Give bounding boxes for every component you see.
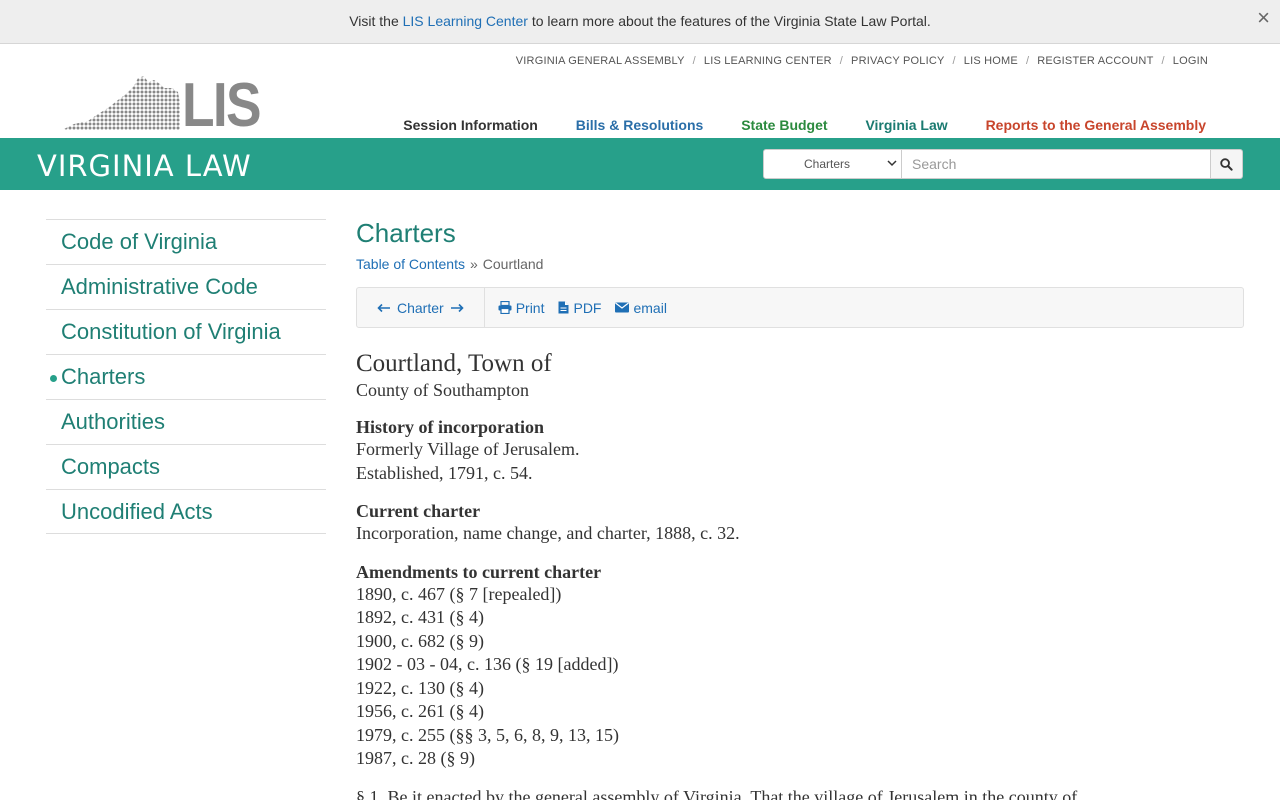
breadcrumb-current: Courtland (482, 256, 544, 272)
pdf-label: PDF (573, 299, 602, 316)
amendment-line: 1900, c. 682 (§ 9) (356, 630, 484, 651)
section-1-text: § 1. Be it enacted by the general assemb… (356, 786, 1078, 800)
active-indicator-icon (50, 375, 57, 382)
banner-suffix: to learn more about the features of the … (531, 13, 931, 29)
search-form: Charters Search (763, 149, 1243, 179)
arrow-left-icon[interactable] (377, 300, 391, 316)
section-title: VIRGINIA LAW (37, 149, 252, 183)
sidebar-item-charters[interactable]: Charters (46, 354, 326, 399)
nav-state-budget[interactable]: State Budget (741, 117, 827, 133)
amendment-line: 1987, c. 28 (§ 9) (356, 748, 475, 768)
search-icon (1220, 157, 1233, 171)
sidebar-item-label: Uncodified Acts (61, 498, 213, 524)
nav-session-information[interactable]: Session Information (403, 117, 538, 133)
util-link-login[interactable]: LOGIN (1173, 55, 1208, 67)
lis-logo-text: LIS (182, 71, 262, 140)
email-button[interactable]: email (615, 299, 667, 316)
chevron-down-icon (887, 158, 897, 171)
section-header-bar: VIRGINIA LAW Charters Search (0, 138, 1280, 190)
util-link-general-assembly[interactable]: VIRGINIA GENERAL ASSEMBLY (516, 55, 685, 67)
sidebar-item-constitution[interactable]: Constitution of Virginia (46, 309, 326, 354)
nav-bills-resolutions[interactable]: Bills & Resolutions (576, 117, 704, 133)
sidebar-item-compacts[interactable]: Compacts (46, 444, 326, 489)
arrow-right-icon[interactable] (450, 300, 464, 316)
sidebar-nav: Code of Virginia Administrative Code Con… (46, 219, 326, 534)
sidebar-item-label: Constitution of Virginia (61, 319, 281, 344)
banner-prefix: Visit the (349, 13, 399, 29)
utility-nav: VIRGINIA GENERAL ASSEMBLY / LIS LEARNING C… (515, 55, 1208, 67)
charter-label: Charter (397, 299, 444, 316)
sidebar-item-code-of-virginia[interactable]: Code of Virginia (46, 219, 326, 264)
lis-learning-center-link[interactable]: LIS Learning Center (403, 13, 528, 29)
util-link-learning-center[interactable]: LIS LEARNING CENTER (704, 55, 832, 67)
nav-reports[interactable]: Reports to the General Assembly (986, 117, 1206, 133)
search-scope-select[interactable]: Charters (763, 149, 902, 179)
file-pdf-icon (558, 301, 569, 314)
print-label: Print (515, 299, 545, 316)
util-link-privacy-policy[interactable]: PRIVACY POLICY (851, 55, 944, 67)
charter-navigation: Charter (357, 288, 485, 327)
sidebar-item-administrative-code[interactable]: Administrative Code (46, 264, 326, 309)
envelope-icon (615, 302, 630, 313)
sidebar-item-uncodified-acts[interactable]: Uncodified Acts (46, 489, 326, 534)
amendment-line: 1902 - 03 - 04, c. 136 (§ 19 [added]) (356, 654, 619, 674)
print-button[interactable]: Print (498, 299, 545, 316)
pdf-button[interactable]: PDF (558, 300, 601, 316)
document-actions: Print PDF email (485, 300, 681, 316)
amendment-line: 1922, c. 130 (§ 4) (356, 677, 484, 698)
main-nav: Session Information Bills & Resolutions … (369, 117, 1206, 133)
close-icon[interactable]: × (1257, 7, 1270, 29)
amendment-line: 1892, c. 431 (§ 4) (356, 607, 484, 627)
search-scope-value: Charters (804, 157, 851, 171)
util-link-lis-home[interactable]: LIS HOME (964, 55, 1018, 67)
document-title: Courtland, Town of (356, 350, 552, 377)
sidebar-item-authorities[interactable]: Authorities (46, 399, 326, 444)
search-input[interactable]: Search (902, 149, 1211, 179)
util-link-register-account[interactable]: REGISTER ACCOUNT (1037, 55, 1153, 67)
sidebar-item-label: Administrative Code (61, 274, 258, 299)
virginia-map-icon (64, 76, 180, 130)
page-title: Charters (356, 218, 456, 248)
print-icon (498, 301, 512, 314)
sidebar-item-label: Compacts (61, 454, 161, 479)
history-line: Formerly Village of Jerusalem. (356, 439, 580, 459)
amendments-heading: Amendments to current charter (356, 561, 602, 582)
document-subtitle: County of Southampton (356, 380, 530, 400)
sidebar-item-label: Authorities (61, 409, 165, 434)
lis-logo[interactable]: LIS (64, 71, 266, 140)
current-charter-heading: Current charter (356, 501, 481, 521)
breadcrumb: Table of Contents» Courtland (356, 256, 1244, 272)
sidebar-item-label: Code of Virginia (61, 229, 218, 254)
announcement-banner: Visit the LIS Learning Center to learn m… (0, 0, 1280, 44)
sidebar-item-label: Charters (61, 364, 146, 389)
history-heading: History of incorporation (356, 417, 544, 437)
breadcrumb-separator: » (469, 256, 478, 272)
amendment-line: 1956, c. 261 (§ 4) (356, 701, 484, 721)
banner-text: Visit the LIS Learning Center to learn m… (0, 13, 1280, 29)
search-button[interactable] (1211, 149, 1243, 179)
main-content: Charters Table of Contents» Courtland Cha… (356, 218, 1244, 800)
email-label: email (633, 299, 667, 316)
amendment-line: 1890, c. 467 (§ 7 [repealed]) (356, 583, 562, 604)
breadcrumb-table-of-contents[interactable]: Table of Contents (356, 256, 465, 272)
document-toolbar: Charter Print PDF email (356, 287, 1244, 328)
history-line: Established, 1791, c. 54. (356, 462, 533, 483)
charter-document: Courtland, Town of County of Southampton… (356, 350, 1244, 800)
amendment-line: 1979, c. 255 (§§ 3, 5, 6, 8, 9, 13, 15) (356, 724, 619, 745)
nav-virginia-law[interactable]: Virginia Law (865, 117, 947, 133)
current-charter-line: Incorporation, name change, and charter,… (356, 523, 740, 543)
